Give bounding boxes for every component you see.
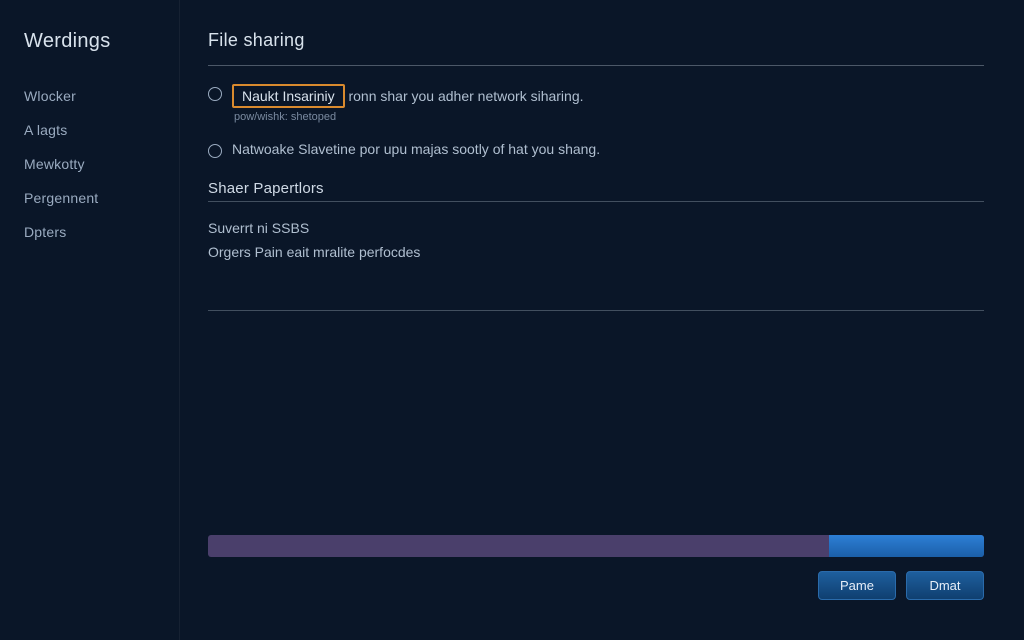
section-heading: Shaer Papertlors [208, 180, 984, 197]
progress-bar [208, 535, 984, 557]
sidebar-title: Werdings [24, 30, 179, 53]
section-divider [208, 201, 984, 202]
secondary-button[interactable]: Dmat [906, 571, 984, 600]
title-divider [208, 65, 984, 66]
radio-subtext: pow/wishk: shetoped [232, 111, 984, 123]
property-line-1: Suverrt ni SSBS [208, 220, 984, 236]
sidebar-item-mewkotty[interactable]: Mewkotty [24, 147, 179, 181]
progress-fill [829, 535, 984, 557]
button-row: Pame Dmat [208, 571, 984, 600]
footer-area: Pame Dmat [208, 535, 984, 600]
radio-icon[interactable] [208, 87, 222, 101]
sidebar: Werdings Wlocker A lagts Mewkotty Pergen… [0, 0, 180, 640]
radio-label: Natwoake Slavetine por upu majas sootly … [232, 141, 600, 157]
primary-button[interactable]: Pame [818, 571, 896, 600]
sidebar-item-wlocker[interactable]: Wlocker [24, 79, 179, 113]
radio-option-1[interactable]: Naukt Insariniy ronn shar you adher netw… [208, 84, 984, 123]
radio-option-2[interactable]: Natwoake Slavetine por upu majas sootly … [208, 141, 984, 158]
radio-label-highlighted: Naukt Insariniy [232, 84, 345, 108]
sidebar-item-dpters[interactable]: Dpters [24, 215, 179, 249]
sidebar-item-pergennent[interactable]: Pergennent [24, 181, 179, 215]
main-panel: File sharing Naukt Insariniy ronn shar y… [180, 0, 1024, 640]
radio-icon[interactable] [208, 144, 222, 158]
radio-trail-text: ronn shar you adher network siharing. [348, 88, 583, 104]
sidebar-item-alagts[interactable]: A lagts [24, 113, 179, 147]
page-title: File sharing [208, 30, 984, 51]
property-line-2: Orgers Pain eait mralite perfocdes [208, 244, 984, 260]
footer-divider [208, 310, 984, 311]
